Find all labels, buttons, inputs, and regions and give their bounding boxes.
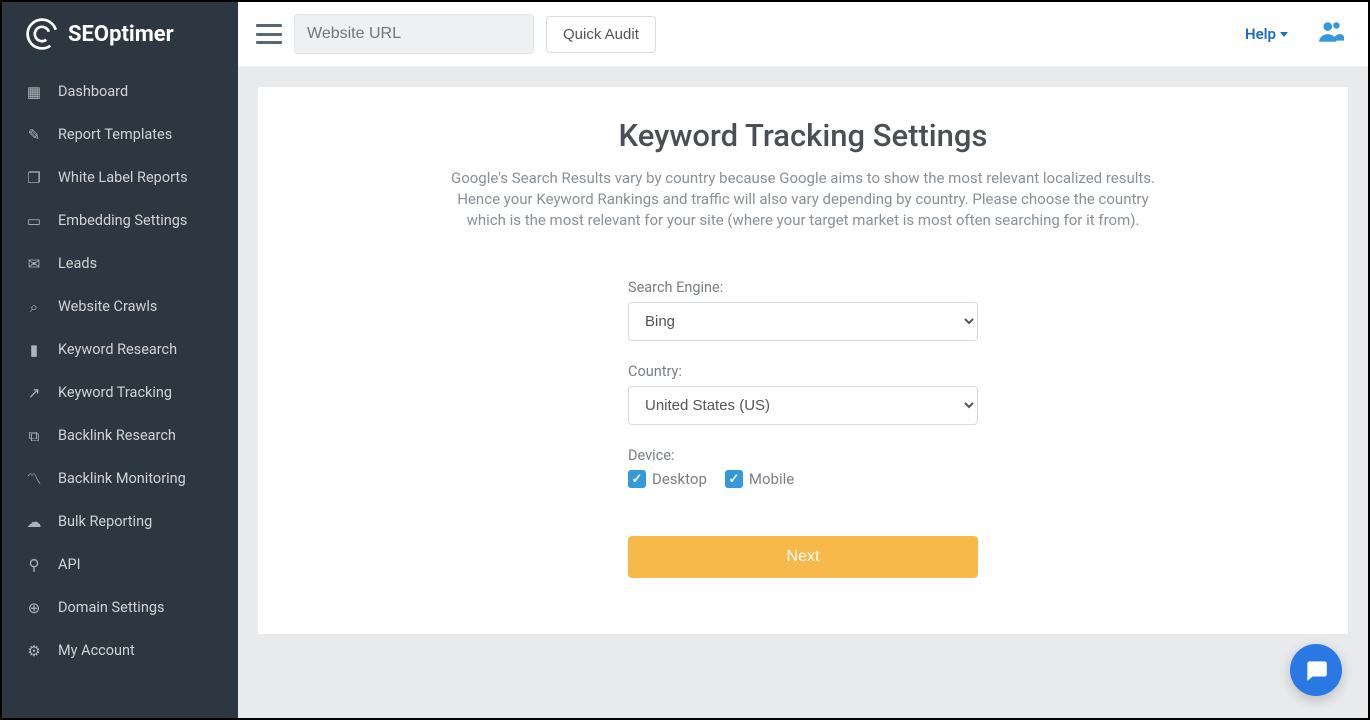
user-icon[interactable] (1318, 19, 1344, 49)
page-description: Google's Search Results vary by country … (443, 168, 1163, 231)
page-title: Keyword Tracking Settings (298, 117, 1308, 154)
chat-icon (1303, 657, 1329, 683)
device-label: Device: (628, 447, 978, 464)
sidebar-item-label: Report Templates (58, 126, 172, 143)
sidebar-item-label: Leads (58, 255, 97, 272)
sidebar-item-bulk-reporting[interactable]: ☁ Bulk Reporting (2, 500, 238, 543)
plug-icon: ⚲ (26, 557, 42, 573)
sidebar: SEOptimer ▦ Dashboard ✎ Report Templates ❐… (2, 2, 238, 718)
sidebar-item-keyword-tracking[interactable]: ↗ Keyword Tracking (2, 371, 238, 414)
rect-icon: ▭ (26, 213, 42, 229)
help-label: Help (1245, 25, 1276, 43)
sidebar-item-backlink-monitoring[interactable]: 〽 Backlink Monitoring (2, 457, 238, 500)
search-engine-label: Search Engine: (628, 279, 978, 296)
sidebar-item-label: Domain Settings (58, 599, 164, 616)
sidebar-item-label: Backlink Monitoring (58, 470, 186, 487)
sidebar-item-backlink-research[interactable]: ⧉ Backlink Research (2, 414, 238, 457)
search-icon: ⌕ (26, 299, 42, 315)
logo-text: SEOptimer (68, 22, 174, 47)
target-icon: ↗ (26, 385, 42, 401)
sidebar-item-label: White Label Reports (58, 169, 188, 186)
chart-icon: ▮ (26, 342, 42, 358)
edit-icon: ✎ (26, 127, 42, 143)
sidebar-item-white-label-reports[interactable]: ❐ White Label Reports (2, 156, 238, 199)
mobile-checkbox[interactable]: ✓ (725, 470, 743, 488)
sidebar-item-label: API (58, 556, 81, 573)
external-icon: ⧉ (26, 428, 42, 444)
sidebar-item-website-crawls[interactable]: ⌕ Website Crawls (2, 285, 238, 328)
sidebar-item-domain-settings[interactable]: ⊕ Domain Settings (2, 586, 238, 629)
sidebar-item-api[interactable]: ⚲ API (2, 543, 238, 586)
help-menu[interactable]: Help (1245, 25, 1288, 43)
nav-list: ▦ Dashboard ✎ Report Templates ❐ White Labe… (2, 70, 238, 672)
gear-icon: ⚙ (26, 643, 42, 659)
cloud-icon: ☁ (26, 514, 42, 530)
sidebar-item-label: My Account (58, 642, 135, 659)
menu-toggle-icon[interactable] (256, 24, 282, 44)
copy-icon: ❐ (26, 170, 42, 186)
desktop-label: Desktop (652, 470, 707, 488)
settings-card: Keyword Tracking Settings Google's Searc… (258, 87, 1348, 634)
sidebar-item-label: Backlink Research (58, 427, 176, 444)
grid-icon: ▦ (26, 84, 42, 100)
line-chart-icon: 〽 (26, 471, 42, 487)
website-url-input[interactable] (294, 14, 534, 54)
mobile-label: Mobile (749, 470, 794, 488)
sidebar-item-dashboard[interactable]: ▦ Dashboard (2, 70, 238, 113)
search-engine-select[interactable]: Bing (628, 302, 978, 341)
country-select[interactable]: United States (US) (628, 386, 978, 425)
quick-audit-button[interactable]: Quick Audit (546, 16, 656, 53)
chat-fab[interactable] (1290, 644, 1342, 696)
next-button[interactable]: Next (628, 536, 978, 578)
globe-icon: ⊕ (26, 600, 42, 616)
sidebar-item-keyword-research[interactable]: ▮ Keyword Research (2, 328, 238, 371)
sidebar-item-label: Dashboard (58, 83, 128, 100)
logo[interactable]: SEOptimer (2, 2, 238, 70)
sidebar-item-report-templates[interactable]: ✎ Report Templates (2, 113, 238, 156)
sidebar-item-label: Bulk Reporting (58, 513, 152, 530)
country-label: Country: (628, 363, 978, 380)
sidebar-item-label: Embedding Settings (58, 212, 187, 229)
sidebar-item-embedding-settings[interactable]: ▭ Embedding Settings (2, 199, 238, 242)
sidebar-item-leads[interactable]: ✉ Leads (2, 242, 238, 285)
settings-form: Search Engine: Bing Country: United Stat… (628, 279, 978, 578)
sidebar-item-my-account[interactable]: ⚙ My Account (2, 629, 238, 672)
sidebar-item-label: Keyword Tracking (58, 384, 172, 401)
sidebar-item-label: Keyword Research (58, 341, 177, 358)
sidebar-item-label: Website Crawls (58, 298, 157, 315)
chevron-down-icon (1280, 32, 1288, 37)
mail-icon: ✉ (26, 256, 42, 272)
topbar: Quick Audit Help (238, 2, 1368, 67)
desktop-checkbox[interactable]: ✓ (628, 470, 646, 488)
logo-icon (24, 16, 60, 52)
